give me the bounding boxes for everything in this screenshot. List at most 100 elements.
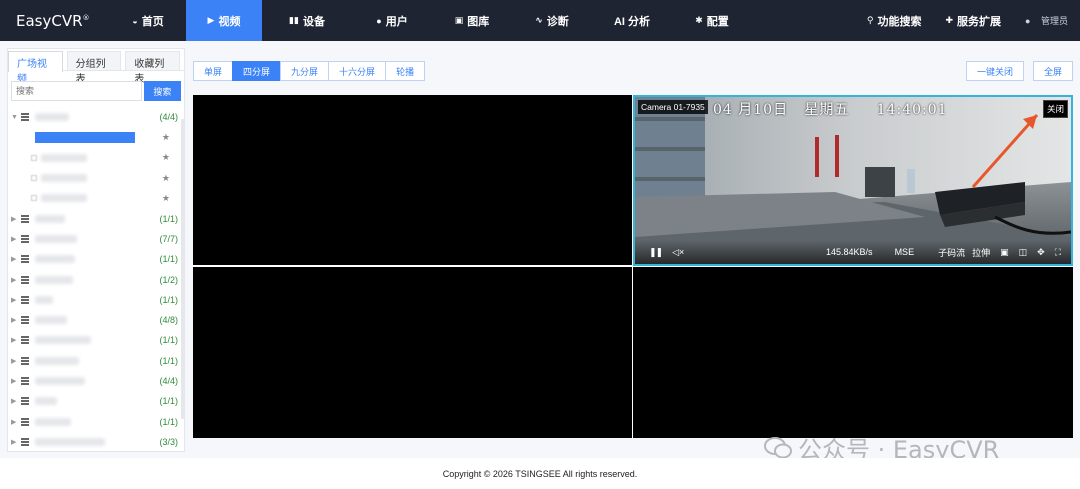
video-cell-4[interactable] bbox=[633, 267, 1073, 438]
layout-single-button[interactable]: 单屏 bbox=[193, 61, 234, 81]
record-icon[interactable]: ◫ bbox=[1019, 247, 1028, 258]
server-icon bbox=[21, 356, 29, 365]
chevron-right-icon[interactable]: ▶ bbox=[11, 215, 21, 223]
group-count: (7/7) bbox=[159, 233, 178, 244]
close-stream-button[interactable]: 关闭 bbox=[1042, 100, 1068, 118]
star-icon[interactable]: ★ bbox=[162, 132, 170, 143]
top-navbar: EasyCVR® ◒ 首页 ▶ 视频 ▮▮ 设备 ● 用户 ▣ 图库 ∿ 诊断 AI 分析 … bbox=[0, 0, 1080, 41]
chevron-right-icon[interactable]: ▶ bbox=[11, 316, 21, 324]
group-name bbox=[35, 377, 85, 385]
tree-group[interactable]: ▶ (3/3) bbox=[11, 432, 184, 451]
nav-home[interactable]: ◒ 首页 bbox=[110, 0, 186, 41]
chevron-right-icon[interactable]: ▶ bbox=[11, 296, 21, 304]
substream-toggle[interactable]: 子码流 bbox=[938, 246, 965, 259]
chevron-down-icon[interactable]: ▼ bbox=[11, 114, 21, 121]
tree-group[interactable]: ▶ (1/1) bbox=[11, 391, 184, 411]
nav-gallery[interactable]: ▣ 图库 bbox=[432, 0, 512, 41]
main-nav: ◒ 首页 ▶ 视频 ▮▮ 设备 ● 用户 ▣ 图库 ∿ 诊断 AI 分析 ✱ 配置 bbox=[110, 0, 752, 41]
group-name bbox=[35, 295, 53, 304]
nav-device[interactable]: ▮▮ 设备 bbox=[262, 0, 352, 41]
device-sidebar: 广场视频 分组列表 收藏列表 搜索 ▼ (4/4) ★ ★ ★ ★ ▶ (1/1) … bbox=[7, 48, 185, 452]
tree-group[interactable]: ▼ (4/4) bbox=[11, 107, 184, 127]
group-name bbox=[35, 234, 77, 243]
tree-group[interactable]: ▶ (1/1) bbox=[11, 330, 184, 350]
camera-feed-image bbox=[635, 97, 1071, 264]
chevron-right-icon[interactable]: ▶ bbox=[11, 276, 21, 284]
tree-group[interactable]: ▶ (1/1) bbox=[11, 411, 184, 431]
group-name bbox=[35, 214, 65, 223]
nav-ai-analysis[interactable]: AI 分析 bbox=[592, 0, 672, 41]
server-icon bbox=[21, 397, 29, 406]
video-cell-3[interactable] bbox=[193, 267, 632, 438]
tree-group[interactable]: ▶ (4/4) bbox=[11, 371, 184, 391]
chevron-right-icon[interactable]: ▶ bbox=[11, 438, 21, 446]
fullscreen-icon[interactable]: ⛶ bbox=[1055, 247, 1061, 258]
close-all-button[interactable]: 一键关闭 bbox=[965, 61, 1024, 81]
user-icon: ● bbox=[1025, 15, 1031, 26]
star-icon[interactable]: ★ bbox=[162, 152, 170, 163]
fullscreen-button[interactable]: 全屏 bbox=[1032, 61, 1073, 81]
tree-channel[interactable]: ★ bbox=[11, 148, 184, 168]
group-count: (3/3) bbox=[159, 436, 178, 447]
device-tree: ▼ (4/4) ★ ★ ★ ★ ▶ (1/1) ▶ (7/7) ▶ (1/1) ▶ (1/… bbox=[8, 107, 184, 451]
tree-channel-selected[interactable]: ★ bbox=[11, 127, 184, 147]
snapshot-icon[interactable]: ▣ bbox=[1000, 247, 1009, 258]
search-input[interactable] bbox=[11, 81, 142, 101]
tree-group[interactable]: ▶ (4/8) bbox=[11, 310, 184, 330]
chevron-right-icon[interactable]: ▶ bbox=[11, 336, 21, 344]
device-icon: ▮▮ bbox=[289, 15, 299, 25]
group-count: (1/1) bbox=[159, 213, 178, 224]
group-name bbox=[35, 316, 67, 325]
video-cell-1[interactable] bbox=[193, 95, 632, 265]
chevron-right-icon[interactable]: ▶ bbox=[11, 418, 21, 426]
sidebar-scrollbar[interactable] bbox=[181, 119, 184, 419]
tree-group[interactable]: ▶ (1/1) bbox=[11, 208, 184, 228]
nav-config[interactable]: ✱ 配置 bbox=[672, 0, 752, 41]
tree-channel[interactable]: ★ bbox=[11, 188, 184, 208]
pause-icon[interactable]: ❚❚ bbox=[649, 247, 663, 258]
service-extension-button[interactable]: ✚ 服务扩展 bbox=[933, 0, 1013, 41]
search-button[interactable]: 搜索 bbox=[143, 81, 181, 101]
video-cell-2-active[interactable]: Camera 01-7935 04 月10日 星期五 14:40:01 关闭 ❚… bbox=[633, 95, 1073, 266]
nav-video[interactable]: ▶ 视频 bbox=[186, 0, 262, 41]
feature-search-button[interactable]: ⚲ 功能搜索 bbox=[855, 0, 934, 41]
layout-nine-button[interactable]: 九分屏 bbox=[280, 61, 330, 81]
server-icon bbox=[21, 336, 29, 345]
tab-group-list[interactable]: 分组列表 bbox=[66, 51, 122, 85]
user-menu[interactable]: ● 管理员 bbox=[1013, 0, 1080, 41]
layout-switcher: 单屏 四分屏 九分屏 十六分屏 轮播 bbox=[193, 61, 426, 81]
star-icon[interactable]: ★ bbox=[162, 193, 170, 204]
layout-carousel-button[interactable]: 轮播 bbox=[385, 61, 426, 81]
chevron-right-icon[interactable]: ▶ bbox=[11, 397, 21, 405]
tab-favorites[interactable]: 收藏列表 bbox=[125, 51, 181, 85]
ptz-move-icon[interactable]: ✥ bbox=[1037, 247, 1045, 258]
layout-quad-button[interactable]: 四分屏 bbox=[232, 61, 282, 81]
tree-group[interactable]: ▶ (1/1) bbox=[11, 351, 184, 371]
group-count: (1/1) bbox=[159, 294, 178, 305]
chevron-right-icon[interactable]: ▶ bbox=[11, 235, 21, 243]
server-icon bbox=[21, 214, 29, 223]
tree-group[interactable]: ▶ (1/1) bbox=[11, 249, 184, 269]
server-icon bbox=[21, 437, 29, 446]
chevron-right-icon[interactable]: ▶ bbox=[11, 255, 21, 263]
group-count: (1/1) bbox=[159, 396, 178, 407]
sidebar-search: 搜索 bbox=[11, 81, 181, 101]
chevron-right-icon[interactable]: ▶ bbox=[11, 357, 21, 365]
pulse-icon: ∿ bbox=[535, 15, 543, 25]
chevron-right-icon[interactable]: ▶ bbox=[11, 377, 21, 385]
tree-group[interactable]: ▶ (1/2) bbox=[11, 269, 184, 289]
camera-label: Camera 01-7935 bbox=[638, 100, 708, 114]
stretch-toggle[interactable]: 拉伸 bbox=[972, 246, 990, 259]
group-count: (1/1) bbox=[159, 335, 178, 346]
tree-group[interactable]: ▶ (7/7) bbox=[11, 229, 184, 249]
layout-sixteen-button[interactable]: 十六分屏 bbox=[328, 61, 387, 81]
stream-mode[interactable]: MSE bbox=[895, 247, 915, 257]
tree-group[interactable]: ▶ (1/1) bbox=[11, 290, 184, 310]
mute-icon[interactable]: ◁× bbox=[672, 247, 684, 258]
star-icon[interactable]: ★ bbox=[162, 173, 170, 184]
app-logo[interactable]: EasyCVR® bbox=[0, 12, 110, 30]
tab-square-video[interactable]: 广场视频 bbox=[8, 51, 63, 85]
tree-channel[interactable]: ★ bbox=[11, 168, 184, 188]
nav-diagnose[interactable]: ∿ 诊断 bbox=[512, 0, 592, 41]
nav-user[interactable]: ● 用户 bbox=[352, 0, 432, 41]
